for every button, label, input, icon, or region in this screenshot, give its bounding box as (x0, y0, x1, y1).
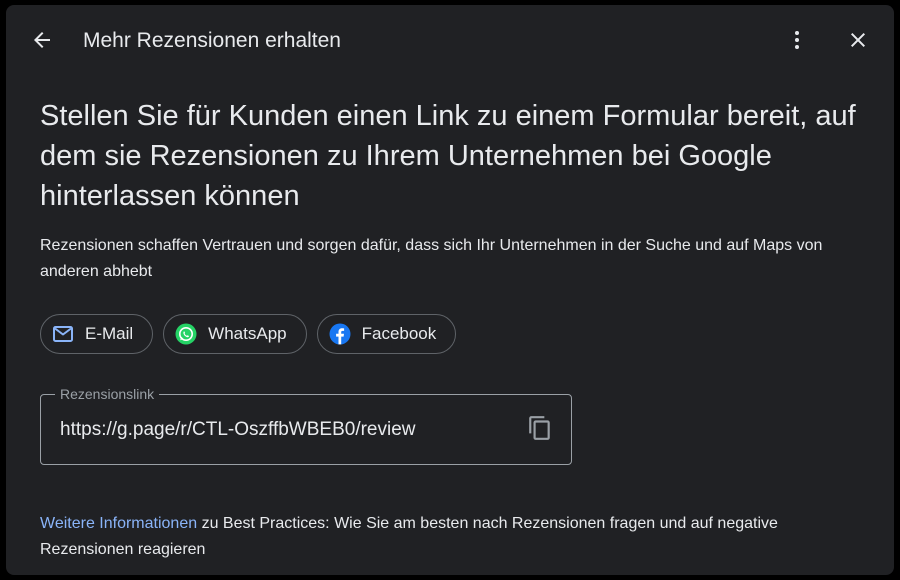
review-link-label: Rezensionslink (55, 385, 160, 403)
share-options: E-Mail WhatsApp Facebook (40, 314, 457, 354)
share-email-label: E-Mail (85, 324, 134, 343)
page-headline: Stellen Sie für Kunden einen Link zu ein… (40, 100, 856, 212)
more-options-button[interactable] (777, 20, 817, 60)
copy-icon (529, 416, 550, 440)
learn-more-link[interactable]: Weitere Informationen (40, 515, 197, 532)
facebook-icon (329, 323, 351, 345)
close-icon (851, 33, 865, 47)
mail-icon (52, 323, 74, 345)
share-facebook-button[interactable]: Facebook (316, 314, 457, 354)
share-facebook-label: Facebook (361, 324, 437, 343)
review-dialog: Mehr Rezensionen erhalten Stellen Sie fü… (6, 5, 894, 575)
arrow-back-icon (34, 32, 50, 48)
footer-note: Weitere Informationen zu Best Practices:… (40, 511, 840, 563)
share-whatsapp-label: WhatsApp (208, 324, 287, 343)
review-link-value[interactable]: https://g.page/r/CTL-OszffbWBEB0/review (60, 417, 416, 443)
share-whatsapp-button[interactable]: WhatsApp (163, 314, 307, 354)
page-description: Rezensionen schaffen Vertrauen und sorge… (40, 237, 823, 280)
review-link-field[interactable]: Rezensionslink https://g.page/r/CTL-Oszf… (40, 385, 572, 465)
close-button[interactable] (838, 20, 878, 60)
more-vert-icon (795, 31, 799, 49)
back-button[interactable] (22, 20, 62, 60)
whatsapp-icon (175, 323, 197, 345)
share-email-button[interactable]: E-Mail (40, 314, 154, 354)
dialog-header: Mehr Rezensionen erhalten (6, 5, 894, 77)
dialog-title: Mehr Rezensionen erhalten (83, 29, 341, 52)
copy-link-button[interactable] (523, 411, 557, 445)
